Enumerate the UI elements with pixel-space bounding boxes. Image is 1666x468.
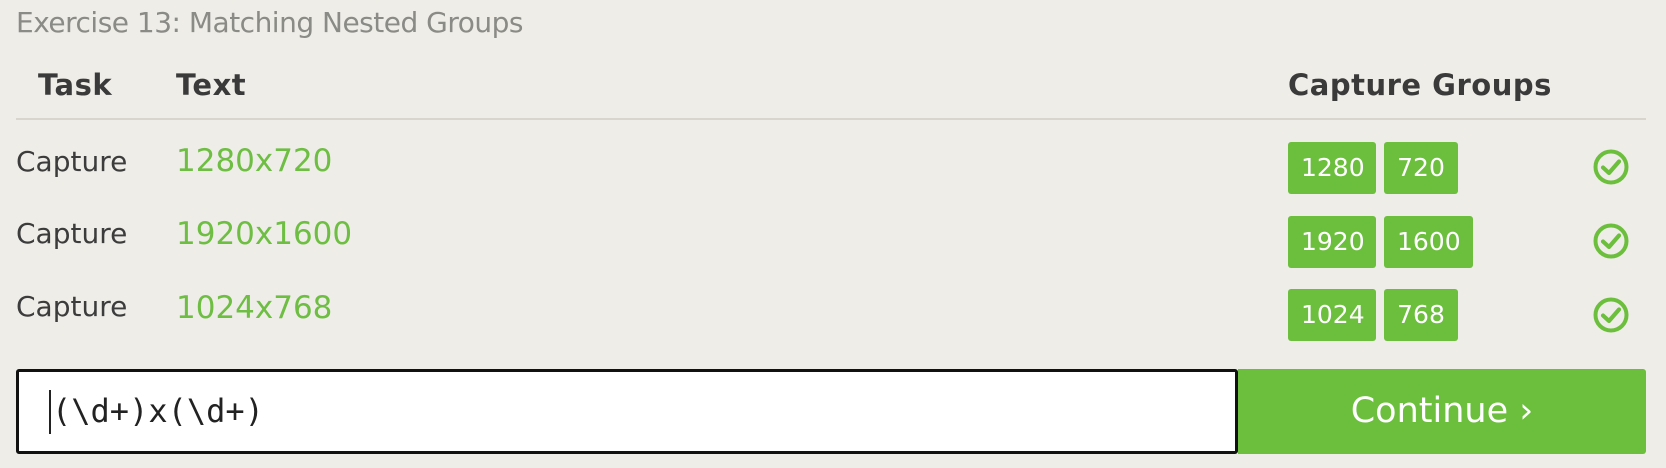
capture-group-badge: 1600: [1384, 216, 1473, 268]
task-label: Capture: [16, 217, 128, 250]
check-circle-icon: [1593, 149, 1629, 185]
capture-group-badge: 1280: [1288, 142, 1376, 194]
capture-group-badge: 720: [1384, 142, 1458, 194]
capture-group-badge: 1024: [1288, 289, 1376, 341]
row-text: 1920x1600: [176, 216, 353, 252]
row-text: 1280x720: [176, 143, 333, 179]
column-header-task: Task: [38, 68, 113, 102]
exercise-title: Exercise 13: Matching Nested Groups: [16, 6, 523, 39]
check-circle-icon: [1593, 297, 1629, 333]
exercise-panel: Exercise 13: Matching Nested Groups Task…: [0, 0, 1666, 468]
check-circle-icon: [1593, 223, 1629, 259]
continue-button[interactable]: Continue ›: [1238, 369, 1646, 454]
text-caret: [49, 390, 51, 434]
regex-input[interactable]: (\d+)x(\d+): [16, 369, 1238, 454]
header-divider: [16, 118, 1646, 120]
column-header-text: Text: [176, 68, 247, 102]
task-label: Capture: [16, 145, 128, 178]
capture-group-badge: 768: [1384, 289, 1458, 341]
task-label: Capture: [16, 290, 128, 323]
column-header-capture-groups: Capture Groups: [1288, 68, 1552, 102]
row-text: 1024x768: [176, 290, 333, 326]
regex-input-value: (\d+)x(\d+): [52, 392, 264, 430]
capture-group-badge: 1920: [1288, 216, 1376, 268]
